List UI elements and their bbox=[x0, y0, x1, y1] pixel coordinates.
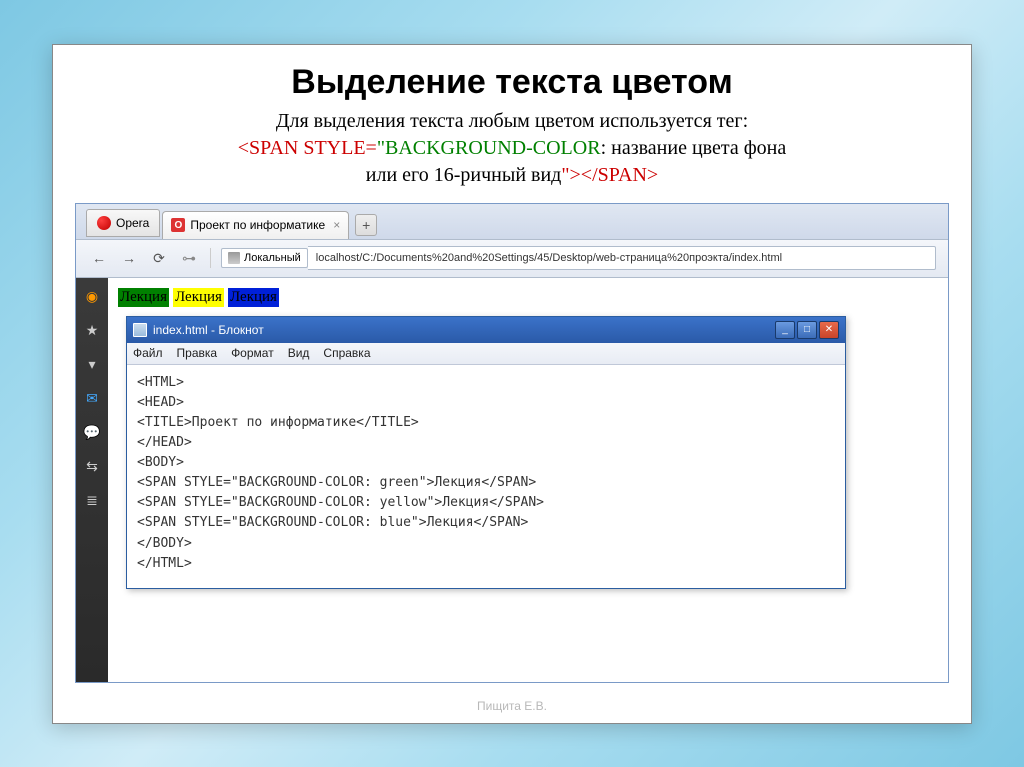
address-label-text: Локальный bbox=[244, 252, 301, 264]
page-content: Лекция Лекция Лекция index.html - Блокно… bbox=[108, 278, 948, 682]
new-tab-button[interactable]: + bbox=[355, 214, 377, 236]
opera-menu-button[interactable]: Opera bbox=[86, 209, 160, 237]
highlight-yellow: Лекция bbox=[173, 288, 224, 307]
sidebar-history-icon[interactable]: ▾ bbox=[83, 356, 101, 374]
notepad-titlebar[interactable]: index.html - Блокнот _ □ ✕ bbox=[127, 317, 845, 343]
highlight-green: Лекция bbox=[118, 288, 169, 307]
menu-help[interactable]: Справка bbox=[323, 346, 370, 360]
sidebar-home-icon[interactable]: ◉ bbox=[83, 288, 101, 306]
minimize-button[interactable]: _ bbox=[775, 321, 795, 339]
key-icon[interactable]: ⊶ bbox=[178, 247, 200, 269]
code-span-close: </SPAN> bbox=[581, 164, 658, 186]
browser-sidebar: ◉ ★ ▾ ✉ 💬 ⇆ ≣ bbox=[76, 278, 108, 682]
back-button[interactable]: ← bbox=[88, 247, 110, 269]
sidebar-share-icon[interactable]: ⇆ bbox=[83, 458, 101, 476]
menu-format[interactable]: Формат bbox=[231, 346, 274, 360]
notepad-text-area[interactable]: <HTML> <HEAD> <TITLE>Проект по информати… bbox=[127, 365, 845, 588]
sidebar-mail-icon[interactable]: ✉ bbox=[83, 390, 101, 408]
tab-close-icon[interactable]: × bbox=[333, 218, 340, 232]
tab-strip: Opera О Проект по информатике × + bbox=[76, 204, 948, 240]
menu-view[interactable]: Вид bbox=[288, 346, 310, 360]
reload-button[interactable]: ⟳ bbox=[148, 247, 170, 269]
slide-title: Выделение текста цветом bbox=[75, 63, 949, 102]
page-area: ◉ ★ ▾ ✉ 💬 ⇆ ≣ Лекция Лекция Лекция index… bbox=[76, 278, 948, 682]
nav-toolbar: ← → ⟳ ⊶ Локальный localhost/C:/Documents… bbox=[76, 240, 948, 278]
url-text: localhost/C:/Documents%20and%20Settings/… bbox=[316, 252, 782, 264]
code-bgcolor: "BACKGROUND-COLOR bbox=[377, 137, 601, 159]
code-span-open: <SPAN STYLE= bbox=[238, 137, 377, 159]
opera-label: Opera bbox=[116, 216, 149, 230]
sidebar-rss-icon[interactable]: ≣ bbox=[83, 492, 101, 510]
desc-line1: Для выделения текста любым цветом исполь… bbox=[276, 110, 748, 132]
browser-window: Opera О Проект по информатике × + ← → ⟳ … bbox=[75, 203, 949, 683]
address-label[interactable]: Локальный bbox=[221, 248, 308, 268]
toolbar-separator bbox=[210, 248, 211, 268]
maximize-button[interactable]: □ bbox=[797, 321, 817, 339]
presentation-slide: Выделение текста цветом Для выделения те… bbox=[52, 44, 972, 724]
tab-favicon-icon: О bbox=[171, 218, 185, 232]
code-close-open: "> bbox=[561, 164, 580, 186]
desc-tail: : название цвета фона bbox=[601, 137, 787, 159]
desc-line3: или его 16-ричный вид bbox=[366, 164, 562, 186]
slide-description: Для выделения текста любым цветом исполь… bbox=[75, 108, 949, 189]
tab-title: Проект по информатике bbox=[190, 218, 325, 232]
notepad-title-text: index.html - Блокнот bbox=[153, 323, 769, 337]
sidebar-chat-icon[interactable]: 💬 bbox=[83, 424, 101, 442]
browser-tab-active[interactable]: О Проект по информатике × bbox=[162, 211, 349, 239]
slide-footer: Пищита Е.В. bbox=[53, 699, 971, 713]
notepad-menu: Файл Правка Формат Вид Справка bbox=[127, 343, 845, 365]
rendered-highlights: Лекция Лекция Лекция bbox=[118, 288, 938, 307]
close-button[interactable]: ✕ bbox=[819, 321, 839, 339]
window-buttons: _ □ ✕ bbox=[775, 321, 839, 339]
forward-button[interactable]: → bbox=[118, 247, 140, 269]
address-bar[interactable]: localhost/C:/Documents%20and%20Settings/… bbox=[308, 246, 936, 270]
highlight-blue: Лекция bbox=[228, 288, 279, 307]
menu-file[interactable]: Файл bbox=[133, 346, 163, 360]
notepad-window: index.html - Блокнот _ □ ✕ Файл Правка Ф… bbox=[126, 316, 846, 589]
sidebar-star-icon[interactable]: ★ bbox=[83, 322, 101, 340]
menu-edit[interactable]: Правка bbox=[177, 346, 218, 360]
opera-logo-icon bbox=[97, 216, 111, 230]
notepad-doc-icon bbox=[133, 323, 147, 337]
local-icon bbox=[228, 252, 240, 264]
